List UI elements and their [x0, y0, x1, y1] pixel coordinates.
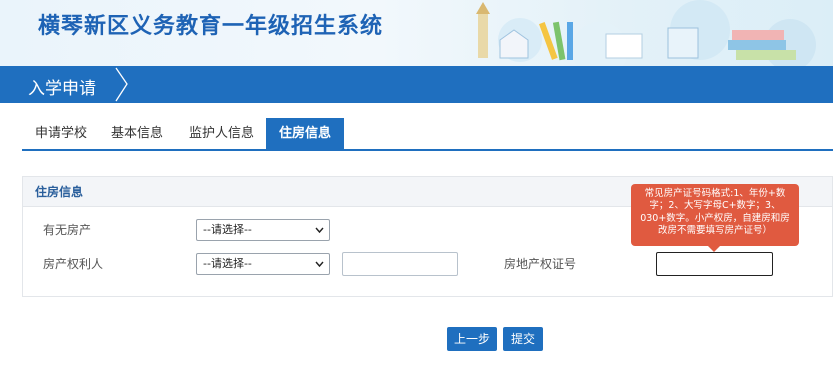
- owner-name-input[interactable]: [342, 252, 458, 276]
- section-title: 入学申请: [28, 79, 96, 99]
- cert-no-input[interactable]: [656, 252, 773, 276]
- chevron-down-icon: [315, 227, 324, 234]
- owner-select[interactable]: --请选择--: [196, 253, 330, 275]
- cert-format-tooltip: 常见房产证号码格式:1、年份+数字；2、大写字母C+数字；3、030+数字。小产…: [631, 184, 799, 246]
- chevron-right-icon: [115, 67, 128, 102]
- chevron-down-icon: [315, 261, 324, 268]
- tab-guardian-info[interactable]: 监护人信息: [176, 118, 267, 149]
- section-navbar: 入学申请: [0, 66, 833, 103]
- app-title: 横琴新区义务教育一年级招生系统: [38, 14, 384, 39]
- has-property-select[interactable]: --请选择--: [196, 219, 330, 241]
- has-property-label: 有无房产: [43, 223, 92, 237]
- submit-button[interactable]: 提交: [503, 327, 543, 351]
- has-property-value: --请选择--: [203, 223, 252, 236]
- owner-value: --请选择--: [203, 257, 252, 270]
- prev-button[interactable]: 上一步: [447, 327, 497, 351]
- tab-bar: 申请学校 基本信息 监护人信息 住房信息: [22, 118, 833, 151]
- header-banner: 横琴新区义务教育一年级招生系统: [0, 0, 833, 66]
- tab-housing-info[interactable]: 住房信息: [266, 118, 345, 149]
- tab-basic-info[interactable]: 基本信息: [98, 118, 176, 149]
- owner-label: 房产权利人: [43, 257, 104, 271]
- tab-apply-school[interactable]: 申请学校: [22, 118, 100, 149]
- cert-no-label: 房地产权证号: [504, 257, 577, 271]
- tooltip-arrow: [708, 246, 720, 252]
